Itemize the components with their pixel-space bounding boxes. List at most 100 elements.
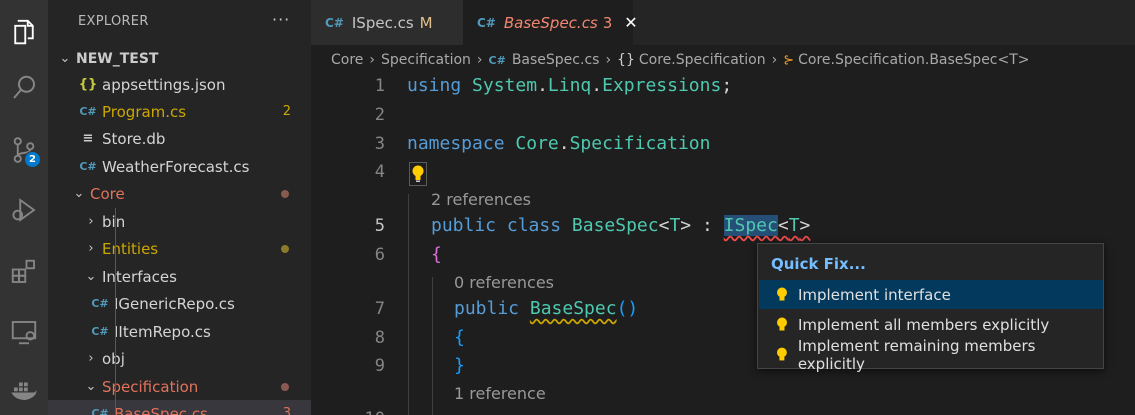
open-brace: {	[454, 327, 465, 348]
keyword: public	[431, 215, 497, 236]
source-control-icon[interactable]	[0, 126, 48, 174]
line-number: 8	[374, 328, 385, 348]
file-igenericrepo[interactable]: C# IGenericRepo.cs	[48, 290, 311, 317]
explorer-title: EXPLORER	[78, 14, 149, 29]
tab-ispec[interactable]: C# ISpec.cs M	[311, 0, 463, 45]
file-iitemrepo[interactable]: C# IItemRepo.cs	[48, 318, 311, 345]
line-number: 5	[374, 216, 385, 236]
tab-label: ISpec.cs	[351, 13, 414, 32]
file-label: Store.db	[102, 129, 166, 148]
indent-guide	[432, 277, 433, 415]
file-label: Program.cs	[102, 102, 187, 121]
file-store-db[interactable]: ≡ Store.db	[48, 125, 311, 152]
namespace-token: Core	[515, 133, 559, 154]
line-number: 3	[374, 134, 385, 154]
extensions-icon[interactable]	[0, 248, 48, 296]
problem-count: 3	[282, 406, 291, 415]
lightbulb-icon[interactable]	[409, 162, 427, 186]
line-number: 2	[374, 105, 385, 125]
folder-label: obj	[102, 349, 125, 368]
remote-explorer-icon[interactable]	[0, 308, 48, 356]
keyword: namespace	[407, 133, 505, 154]
chevron-right-icon: ›	[369, 52, 376, 68]
docker-icon[interactable]	[0, 366, 48, 414]
code-lens-references[interactable]: 0 references	[454, 273, 554, 292]
quick-fix-menu: Quick Fix... Implement interface Impleme…	[757, 243, 1104, 373]
code-lens-references[interactable]: 2 references	[431, 190, 531, 209]
quick-fix-implement-remaining[interactable]: Implement remaining members explicitly	[759, 337, 1103, 373]
line-number: 6	[374, 245, 385, 265]
csharp-icon: C#	[477, 15, 496, 30]
chevron-right-icon: ›	[88, 241, 94, 256]
keyword: class	[506, 215, 562, 236]
indent-guide	[408, 194, 409, 415]
code-line-3: namespace Core.Specification	[407, 133, 711, 154]
search-icon[interactable]	[0, 64, 48, 112]
namespace-token: Specification	[569, 133, 711, 154]
quick-fix-label: Implement remaining members explicitly	[797, 336, 1036, 373]
folder-bin[interactable]: › bin	[48, 208, 311, 235]
line-number: 7	[374, 299, 385, 319]
folder-entities[interactable]: › Entities	[48, 235, 311, 262]
close-icon[interactable]: ✕	[624, 13, 637, 32]
breadcrumb-item[interactable]: BaseSpec.cs	[512, 52, 600, 68]
folder-obj[interactable]: › obj	[48, 345, 311, 372]
csharp-icon: C#	[91, 407, 109, 415]
csharp-icon: C#	[488, 53, 506, 67]
csharp-icon: C#	[91, 325, 109, 338]
quick-fix-implement-interface[interactable]: Implement interface	[759, 280, 1103, 309]
lightbulb-icon	[777, 287, 787, 300]
database-file-icon: ≡	[82, 131, 94, 146]
chevron-down-icon: ⌄	[73, 186, 85, 201]
folder-specification[interactable]: ⌄ Specification	[48, 373, 311, 400]
line-number: 9	[374, 356, 385, 376]
type-param: T	[669, 215, 681, 236]
project-root[interactable]: ⌄ NEW_TEST	[48, 45, 311, 72]
folder-interfaces[interactable]: ⌄ Interfaces	[48, 263, 311, 290]
file-label: appsettings.json	[102, 75, 226, 94]
csharp-icon: C#	[91, 297, 109, 310]
scm-count-badge: 2	[24, 151, 41, 168]
tab-status: 3	[602, 13, 613, 32]
code-lens-references[interactable]: 1 reference	[454, 384, 546, 403]
file-program[interactable]: C# Program.cs 2	[48, 98, 311, 125]
tab-basespec[interactable]: C# BaseSpec.cs 3 ✕	[463, 0, 638, 45]
chevron-right-icon: ›	[88, 351, 94, 366]
file-label: WeatherForecast.cs	[102, 157, 250, 176]
breadcrumb-item[interactable]: Core.Specification.BaseSpec<T>	[798, 52, 1029, 68]
chevron-right-icon: ›	[605, 52, 612, 68]
explorer-icon[interactable]	[0, 8, 48, 56]
run-debug-icon[interactable]	[0, 186, 48, 234]
chevron-right-icon: ›	[771, 52, 778, 68]
code-line-7: public BaseSpec()	[454, 298, 638, 319]
more-actions-icon[interactable]: ···	[272, 10, 290, 29]
lightbulb-icon	[777, 317, 787, 330]
breadcrumb-item[interactable]: Core	[331, 52, 363, 68]
line-number: 4	[374, 162, 385, 182]
file-appsettings[interactable]: {} appsettings.json	[48, 71, 311, 98]
folder-label: bin	[102, 212, 126, 231]
interface-name[interactable]: ISpec	[723, 215, 778, 236]
file-basespec[interactable]: C# BaseSpec.cs 3	[48, 400, 311, 415]
file-weatherforecast[interactable]: C# WeatherForecast.cs	[48, 153, 311, 180]
tab-bar: C# ISpec.cs M C# BaseSpec.cs 3 ✕	[311, 0, 1135, 45]
file-label: BaseSpec.cs	[114, 404, 208, 415]
quick-fix-implement-explicit[interactable]: Implement all members explicitly	[759, 310, 1103, 339]
close-brace: }	[454, 355, 465, 376]
problem-count: 2	[282, 104, 291, 119]
chevron-down-icon: ⌄	[85, 269, 97, 284]
tab-status: M	[419, 13, 433, 32]
lightbulb-icon	[776, 347, 787, 360]
breadcrumb-item[interactable]: Core.Specification	[639, 52, 766, 68]
open-brace: {	[431, 244, 442, 265]
folder-core[interactable]: ⌄ Core	[48, 180, 311, 207]
csharp-icon: C#	[79, 105, 97, 118]
folder-label: Entities	[102, 239, 159, 258]
file-label: IGenericRepo.cs	[114, 294, 235, 313]
keyword: public	[454, 298, 520, 319]
project-name: NEW_TEST	[76, 50, 159, 67]
explorer-sidebar: EXPLORER ··· ⌄ NEW_TEST {} appsettings.j…	[48, 0, 311, 415]
semicolon: ;	[721, 75, 733, 96]
class-name: BaseSpec	[571, 215, 659, 236]
breadcrumb-item[interactable]: Specification	[381, 52, 471, 68]
